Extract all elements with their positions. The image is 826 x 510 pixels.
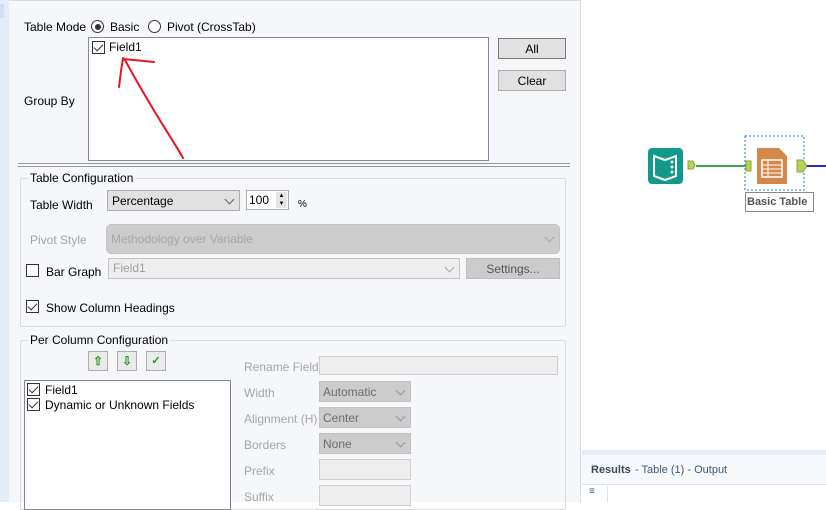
input-data-tool-icon[interactable] xyxy=(648,148,683,184)
chevron-down-icon xyxy=(444,262,455,273)
width-label: Width xyxy=(244,386,275,400)
show-column-headings-label: Show Column Headings xyxy=(46,301,175,315)
borders-select: None xyxy=(319,433,411,454)
per-column-configuration-title: Per Column Configuration xyxy=(28,333,171,347)
pivot-style-label: Pivot Style xyxy=(30,233,87,247)
radio-pivot[interactable] xyxy=(148,20,161,33)
borders-label: Borders xyxy=(244,438,287,452)
group-by-label: Group By xyxy=(24,94,75,108)
output-anchor[interactable] xyxy=(687,160,696,170)
bar-graph-field-select: Field1 xyxy=(108,258,460,279)
splitter[interactable] xyxy=(18,163,570,167)
check-icon[interactable]: ✓ xyxy=(146,351,166,371)
chevron-down-icon xyxy=(395,411,406,422)
table-width-select[interactable]: Percentage xyxy=(107,190,240,211)
workflow-canvas[interactable] xyxy=(582,0,826,450)
all-button[interactable]: All xyxy=(498,38,566,59)
spin-up-icon[interactable]: ▲ xyxy=(276,192,287,200)
arrow-up-icon[interactable]: ⇧ xyxy=(88,351,108,371)
field1-checkbox[interactable] xyxy=(27,383,40,396)
rename-field-input xyxy=(319,356,558,375)
group-by-field1-checkbox[interactable] xyxy=(92,41,105,54)
borders-value: None xyxy=(323,437,352,451)
bar-graph-field-value: Field1 xyxy=(113,261,146,275)
percent-sign: % xyxy=(298,199,307,210)
dynamic-fields-checkbox[interactable] xyxy=(27,398,40,411)
table-width-value: Percentage xyxy=(112,194,174,208)
width-select: Automatic xyxy=(319,381,411,402)
alignment-select: Center xyxy=(319,407,411,428)
chevron-down-icon xyxy=(395,437,406,448)
dynamic-fields-label: Dynamic or Unknown Fields xyxy=(45,398,195,412)
table-configuration-title: Table Configuration xyxy=(28,171,136,185)
top-border xyxy=(9,0,581,1)
chevron-down-icon xyxy=(395,385,406,396)
prefix-label: Prefix xyxy=(244,464,275,478)
alignment-label: Alignment (H) xyxy=(244,412,318,426)
clear-button[interactable]: Clear xyxy=(498,70,566,91)
red-annotation-arrow xyxy=(118,57,184,159)
side-tab[interactable] xyxy=(0,4,4,18)
pivot-style-select: Methodology over Variable xyxy=(106,224,560,254)
rename-field-label: Rename Field xyxy=(244,360,319,374)
chevron-down-icon xyxy=(544,232,555,243)
basic-table-tool-icon[interactable] xyxy=(757,148,787,184)
width-value: Automatic xyxy=(323,385,377,399)
radio-basic[interactable] xyxy=(91,20,104,33)
table-mode-label: Table Mode xyxy=(24,20,87,34)
output-anchor[interactable] xyxy=(796,159,808,173)
prefix-input xyxy=(319,459,411,480)
results-title: Results xyxy=(591,464,631,476)
chevron-down-icon xyxy=(224,194,235,205)
settings-button[interactable]: Settings... xyxy=(466,258,560,279)
tool-label: Basic Table xyxy=(745,192,814,212)
results-header: Results - Table (1) - Output xyxy=(582,455,826,485)
bar-graph-label: Bar Graph xyxy=(46,265,102,279)
width-number-input[interactable]: 100 ▲ ▼ xyxy=(246,190,289,210)
radio-pivot-label: Pivot (CrossTab) xyxy=(167,20,256,34)
show-column-headings-checkbox[interactable] xyxy=(26,300,39,313)
spin-down-icon[interactable]: ▼ xyxy=(276,200,287,208)
panel-side-strip xyxy=(0,0,9,502)
suffix-input xyxy=(319,485,411,506)
pivot-style-value: Methodology over Variable xyxy=(111,232,253,246)
alignment-value: Center xyxy=(323,411,360,425)
list-icon[interactable]: ≡ xyxy=(582,486,608,502)
bar-graph-checkbox[interactable] xyxy=(26,264,39,277)
column-field-list[interactable]: Field1 Dynamic or Unknown Fields xyxy=(24,380,231,510)
arrow-down-icon[interactable]: ⇩ xyxy=(117,351,137,371)
table-width-label: Table Width xyxy=(30,198,93,212)
radio-basic-label: Basic xyxy=(110,20,140,34)
results-subtitle: - Table (1) - Output xyxy=(635,464,728,476)
field1-label: Field1 xyxy=(45,383,78,397)
input-anchor[interactable] xyxy=(745,160,752,172)
width-number-value: 100 xyxy=(249,193,270,207)
